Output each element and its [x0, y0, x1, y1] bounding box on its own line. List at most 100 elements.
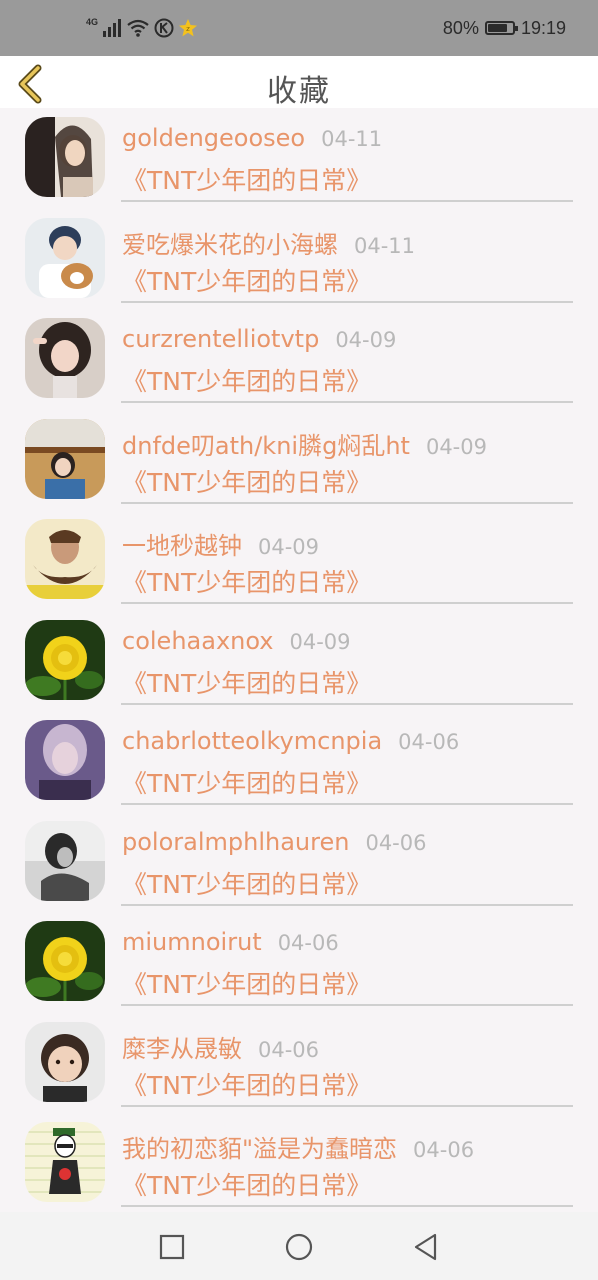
avatar[interactable] — [25, 519, 105, 599]
item-title: 《TNT少年团的日常》 — [122, 166, 372, 195]
author-name: colehaaxnox — [122, 626, 274, 655]
status-left-icons: 4G z — [86, 16, 198, 40]
list-item[interactable]: curzrentelliotvtp 04-09 《TNT少年团的日常》 — [0, 309, 598, 410]
list-item[interactable]: dnfde叨ath/kni膦g焖乱ht 04-09 《TNT少年团的日常》 — [0, 410, 598, 511]
recents-square-icon — [159, 1234, 185, 1260]
star-badge-icon: z — [179, 19, 198, 37]
divider — [121, 401, 573, 403]
item-date: 04-06 — [398, 730, 460, 754]
item-title: 《TNT少年团的日常》 — [122, 367, 372, 396]
item-title: 《TNT少年团的日常》 — [122, 668, 372, 698]
avatar[interactable] — [25, 318, 105, 398]
divider — [121, 702, 573, 705]
avatar[interactable] — [25, 720, 105, 800]
item-author: 糜李从晟敏 04-06 — [122, 1029, 319, 1064]
status-bar: 4G z 80% 19:19 — [0, 0, 598, 56]
item-date: 04-06 — [413, 1138, 475, 1162]
item-date: 04-09 — [289, 629, 351, 654]
status-right: 80% 19:19 — [443, 16, 566, 40]
avatar-image — [25, 619, 105, 700]
list-item[interactable]: 爱吃爆米花的小海螺 04-11 《TNT少年团的日常》 — [0, 209, 598, 310]
battery-percent: 80% — [442, 17, 479, 38]
clock: 19:19 — [520, 17, 566, 38]
avatar-image — [25, 217, 105, 298]
avatar-image — [25, 1021, 105, 1102]
wifi-icon — [127, 19, 149, 37]
item-date: 04-09 — [335, 328, 397, 352]
avatar[interactable] — [25, 217, 105, 298]
item-title: 《TNT少年团的日常》 — [122, 1070, 372, 1100]
author-name: 糜李从晟敏 — [122, 1034, 242, 1063]
avatar[interactable] — [25, 418, 105, 499]
list-item[interactable]: poloralmphlhauren 04-06 《TNT少年团的日常》 — [0, 812, 598, 913]
avatar-image — [25, 117, 105, 197]
divider — [121, 602, 573, 604]
avatar-image — [25, 720, 105, 800]
home-circle-icon — [285, 1233, 313, 1261]
item-date: 04-09 — [258, 535, 320, 559]
item-author: goldengeooseo 04-11 — [122, 124, 382, 152]
list-item[interactable]: 一地秒越钟 04-09 《TNT少年团的日常》 — [0, 510, 598, 611]
item-author: miumnoirut 04-06 — [122, 928, 339, 956]
item-title: 《TNT少年团的日常》 — [122, 970, 372, 999]
list-item[interactable]: colehaaxnox 04-09 《TNT少年团的日常》 — [0, 611, 598, 712]
svg-text:z: z — [186, 25, 190, 33]
divider — [121, 903, 573, 906]
author-name: 爱吃爆米花的小海螺 — [122, 230, 338, 259]
author-name: miumnoirut — [122, 928, 262, 956]
list-item[interactable]: chabrlotteolkymcnpia 04-06 《TNT少年团的日常》 — [0, 711, 598, 812]
item-title: 《TNT少年团的日常》 — [122, 869, 372, 899]
avatar[interactable] — [25, 117, 105, 197]
nav-back-button[interactable] — [411, 1232, 441, 1262]
avatar[interactable] — [25, 1122, 105, 1202]
item-author: 我的初恋貊"溢是为蠢暗恋 04-06 — [122, 1129, 474, 1164]
system-nav-bar — [0, 1212, 598, 1280]
author-name: dnfde叨ath/kni膦g焖乱ht — [122, 431, 410, 460]
avatar-image — [25, 418, 105, 499]
list-item[interactable]: 我的初恋貊"溢是为蠢暗恋 04-06 《TNT少年团的日常》 — [0, 1113, 598, 1212]
avatar[interactable] — [25, 1021, 105, 1102]
item-author: 一地秒越钟 04-09 — [122, 526, 319, 561]
item-author: dnfde叨ath/kni膦g焖乱ht 04-09 — [122, 426, 487, 461]
item-date: 04-06 — [258, 1037, 320, 1062]
avatar-image — [25, 1122, 105, 1202]
item-date: 04-09 — [425, 434, 487, 459]
item-author: colehaaxnox 04-09 — [122, 627, 351, 655]
author-name: curzrentelliotvtp — [122, 325, 320, 353]
item-title: 《TNT少年团的日常》 — [122, 1171, 372, 1200]
avatar[interactable] — [25, 619, 105, 700]
signal-icon — [103, 19, 122, 37]
list-item[interactable]: miumnoirut 04-06 《TNT少年团的日常》 — [0, 912, 598, 1013]
item-title: 《TNT少年团的日常》 — [122, 568, 372, 597]
home-button[interactable] — [284, 1232, 314, 1262]
item-date: 04-06 — [277, 931, 339, 955]
item-author: chabrlotteolkymcnpia 04-06 — [122, 727, 459, 755]
avatar-image — [25, 318, 105, 398]
item-date: 04-06 — [365, 830, 427, 855]
divider — [121, 1104, 573, 1107]
avatar-image — [25, 820, 105, 901]
divider — [121, 200, 573, 202]
avatar[interactable] — [25, 820, 105, 901]
item-title: 《TNT少年团的日常》 — [122, 467, 372, 497]
item-date: 04-11 — [321, 127, 383, 151]
item-title: 《TNT少年团的日常》 — [122, 266, 372, 296]
list-item[interactable]: goldengeooseo 04-11 《TNT少年团的日常》 — [0, 108, 598, 209]
favorites-list[interactable]: goldengeooseo 04-11 《TNT少年团的日常》 爱吃爆米花的小海螺… — [0, 108, 598, 1212]
avatar-image — [25, 921, 105, 1001]
divider — [121, 1004, 573, 1006]
app-header: 收藏 — [0, 56, 598, 109]
author-name: chabrlotteolkymcnpia — [122, 727, 383, 755]
item-title: 《TNT少年团的日常》 — [122, 769, 372, 798]
recents-button[interactable] — [157, 1232, 187, 1262]
item-author: 爱吃爆米花的小海螺 04-11 — [122, 225, 415, 260]
divider — [121, 1205, 573, 1207]
divider — [121, 300, 573, 303]
avatar[interactable] — [25, 921, 105, 1001]
avatar-image — [25, 519, 105, 599]
item-author: poloralmphlhauren 04-06 — [122, 828, 426, 856]
item-date: 04-11 — [354, 233, 416, 258]
item-author: curzrentelliotvtp 04-09 — [122, 325, 396, 353]
back-triangle-icon — [414, 1233, 437, 1261]
list-item[interactable]: 糜李从晟敏 04-06 《TNT少年团的日常》 — [0, 1013, 598, 1114]
